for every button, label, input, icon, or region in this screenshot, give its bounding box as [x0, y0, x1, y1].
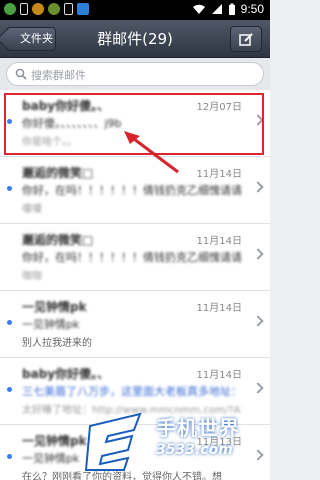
unread-dot — [7, 320, 12, 325]
search-input[interactable]: 搜索群邮件 — [6, 62, 264, 86]
email-subject: 你好，在吗！！！！！！倩钱扔克乙细愧请请那 — [22, 251, 242, 264]
search-bar: 搜索群邮件 — [0, 58, 270, 90]
email-subject: 你好，在吗！！！！！！倩钱扔克乙细愧请请那 — [22, 184, 242, 197]
screen: 9:50 文件夹 群邮件(29) 搜索群邮件 baby你好傻。、 12月07日 … — [0, 0, 270, 480]
watermark: 手机世界 3533.com — [82, 404, 270, 480]
annotation-arrow — [124, 131, 179, 174]
email-item[interactable]: 一见钟情pk 11月14日 一见钟情pk 别人拉我进来的 — [0, 291, 270, 358]
email-sender: 邂逅的微笑□ — [22, 233, 94, 247]
email-preview: 别人拉我进来的 — [22, 338, 92, 349]
chevron-right-icon — [252, 382, 264, 394]
email-date: 11月14日 — [196, 303, 242, 314]
search-icon — [15, 68, 27, 80]
unread-dot — [7, 186, 12, 191]
email-preview: 咖咖 — [22, 271, 42, 282]
unread-dot — [7, 454, 12, 459]
search-placeholder: 搜索群邮件 — [31, 69, 86, 82]
email-date: 11月14日 — [196, 169, 242, 180]
status-bar: 9:50 — [0, 0, 270, 20]
clock: 9:50 — [240, 2, 264, 16]
email-date: 11月14日 — [196, 370, 242, 381]
compose-button[interactable] — [230, 26, 262, 52]
signal-icon — [211, 4, 222, 14]
download-icon — [64, 3, 73, 15]
app-icon — [77, 3, 89, 15]
usb-icon — [20, 3, 28, 15]
email-sender: 一见钟情pk — [22, 300, 87, 314]
email-subject: 一见钟情pk — [22, 318, 80, 331]
email-item[interactable]: 邂逅的微笑□ 11月14日 你好，在吗！！！！！！倩钱扔克乙细愧请请那 咖咖 — [0, 224, 270, 291]
chevron-right-icon — [252, 315, 264, 327]
chevron-right-icon — [252, 248, 264, 260]
chevron-right-icon — [252, 181, 264, 193]
watermark-logo-icon — [84, 412, 142, 471]
battery-icon — [228, 3, 235, 15]
email-date: 11月14日 — [196, 236, 242, 247]
compose-icon — [239, 33, 253, 46]
title-bar: 文件夹 群邮件(29) — [0, 20, 270, 58]
email-subject: 三七美眉了八万步，这里面大老板真多地址：h… — [22, 385, 242, 398]
qq-icon — [48, 3, 60, 15]
email-sender: baby你好傻。、 — [22, 367, 110, 381]
watermark-url: 3533.com — [156, 442, 233, 458]
unread-dot — [7, 387, 12, 392]
email-preview: 嗄嗄 — [22, 204, 42, 215]
wifi-icon — [192, 4, 205, 14]
notification-icon — [4, 3, 16, 15]
watermark-title: 手机世界 — [156, 416, 240, 440]
app-notification-icon — [32, 3, 44, 15]
